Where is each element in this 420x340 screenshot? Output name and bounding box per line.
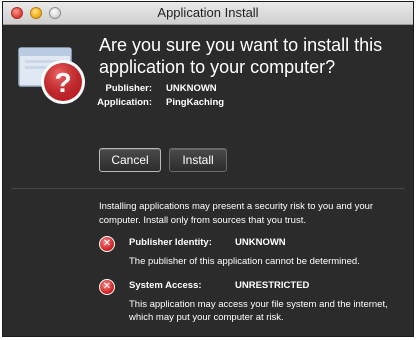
security-warning: Installing applications may present a se… [99,200,399,228]
red-x-warning-icon: ✕ [99,279,115,295]
warning-line-2: computer. Install only from sources that… [99,215,306,226]
divider [11,188,405,189]
application-label: Application: [97,97,152,108]
risk-system-access-desc-line-2: which may put your computer at risk. [129,312,284,323]
warning-line-1: Installing applications may present a se… [99,201,374,212]
risk-system-access-value: UNRESTRICTED [235,280,310,291]
headline-line-1: Are you sure you want to install this [99,35,383,55]
dialog-question: Are you sure you want to install this ap… [99,34,399,78]
risk-system-access-label: System Access: [129,280,202,291]
red-x-warning-icon: ✕ [99,236,115,252]
title-bar: Application Install [3,2,413,25]
headline-line-2: application to your computer? [99,57,336,77]
window-title: Application Install [157,5,259,20]
cancel-button[interactable]: Cancel [99,148,161,172]
install-button[interactable]: Install [169,148,227,172]
publisher-value: UNKNOWN [166,83,217,94]
publisher-label: Publisher: [105,83,152,94]
install-dialog-window: Application Install ? Are you sure you w… [2,1,414,337]
application-value: PingKaching [166,97,225,108]
risk-publisher-identity-value: UNKNOWN [235,237,286,248]
risk-system-access-desc-line-1: This application may access your file sy… [129,299,388,310]
risk-publisher-identity-desc: The publisher of this application cannot… [129,256,360,267]
risk-publisher-identity-label: Publisher Identity: [129,237,212,248]
risk-system-access-desc: This application may access your file sy… [129,298,399,324]
